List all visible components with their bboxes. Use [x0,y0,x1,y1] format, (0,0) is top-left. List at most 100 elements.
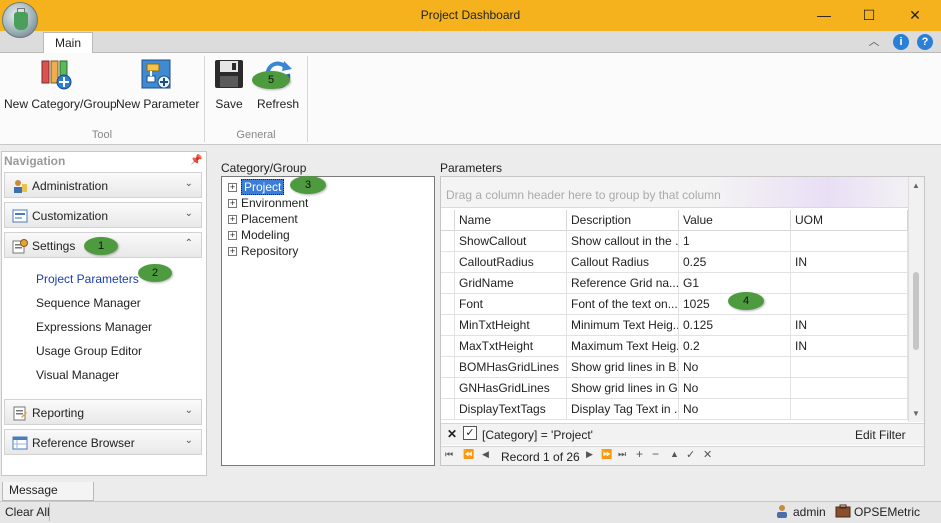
last-record-icon[interactable]: ⏭ [618,449,626,460]
cell-description[interactable]: Show grid lines in G... [567,378,679,399]
message-viewer-tab[interactable]: Message Viewer [2,482,94,514]
cell-uom[interactable] [791,378,908,399]
cell-uom[interactable] [791,357,908,378]
append-record-icon[interactable]: + [636,447,643,461]
row-indicator[interactable] [441,336,455,357]
cell-description[interactable]: Reference Grid na... [567,273,679,294]
expand-icon[interactable]: + [228,215,237,224]
cell-description[interactable]: Font of the text on... [567,294,679,315]
cell-description[interactable]: Maximum Text Heig... [567,336,679,357]
filter-enabled-checkbox[interactable]: ✓ [463,426,477,440]
close-button[interactable]: ✕ [903,4,927,26]
nav-group-reference-browser[interactable]: Reference Browser ⌄ [4,429,202,455]
expand-icon[interactable]: + [228,247,237,256]
tree-node-environment[interactable]: + Environment [228,196,308,210]
tree-node-repository[interactable]: + Repository [228,244,298,258]
cell-name[interactable]: GridName [455,273,567,294]
nav-item-expressions-manager[interactable]: Expressions Manager [36,320,152,334]
cell-value[interactable]: G1 [679,273,791,294]
cell-uom[interactable] [791,231,908,252]
save-button[interactable]: Save [211,58,247,111]
cell-uom[interactable] [791,273,908,294]
new-parameter-button[interactable]: New Parameter [116,58,199,111]
prev-page-icon[interactable]: ⏪ [463,449,474,460]
row-indicator[interactable] [441,357,455,378]
cell-name[interactable]: GNHasGridLines [455,378,567,399]
minimize-button[interactable]: — [812,4,836,26]
cell-description[interactable]: Minimum Text Heig... [567,315,679,336]
row-indicator[interactable] [441,315,455,336]
column-header-uom[interactable]: UOM [791,210,908,231]
nav-item-project-parameters[interactable]: Project Parameters [36,272,139,286]
cell-description[interactable]: Show grid lines in B... [567,357,679,378]
tree-node-project[interactable]: + Project [228,179,285,195]
cell-name[interactable]: MinTxtHeight [455,315,567,336]
pin-icon[interactable]: 📌 [190,155,202,166]
tab-main[interactable]: Main [43,32,93,54]
next-page-icon[interactable]: ⏩ [601,449,612,460]
nav-group-reporting[interactable]: Reporting ⌄ [4,399,202,425]
expand-icon[interactable]: + [228,183,237,192]
edit-record-icon[interactable]: ▲ [670,449,679,459]
app-logo-icon[interactable] [2,2,38,38]
cell-description[interactable]: Show callout in the ... [567,231,679,252]
record-position: Record 1 of 26 [501,450,580,464]
ribbon-collapse-icon[interactable]: ︿ [866,34,882,50]
scroll-down-icon[interactable]: ▼ [912,409,920,418]
maximize-button[interactable]: ☐ [857,4,881,26]
clear-filter-icon[interactable]: ✕ [447,427,457,441]
cell-uom[interactable]: IN [791,315,908,336]
cell-value[interactable]: 0.2 [679,336,791,357]
cell-uom[interactable] [791,399,908,420]
cell-name[interactable]: DisplayTextTags [455,399,567,420]
cell-description[interactable]: Display Tag Text in ... [567,399,679,420]
cell-value[interactable]: No [679,399,791,420]
cell-value[interactable]: 1 [679,231,791,252]
expand-icon[interactable]: + [228,199,237,208]
cancel-edit-icon[interactable]: ✕ [703,448,712,461]
nav-group-customization[interactable]: Customization ⌄ [4,202,202,228]
cell-value[interactable]: 0.125 [679,315,791,336]
cell-value[interactable]: 0.25 [679,252,791,273]
row-indicator[interactable] [441,378,455,399]
next-record-icon[interactable]: ▶ [586,449,593,460]
column-header-description[interactable]: Description [567,210,679,231]
help-icon[interactable]: ? [917,34,933,50]
cell-value[interactable]: No [679,357,791,378]
cell-name[interactable]: BOMHasGridLines [455,357,567,378]
cell-description[interactable]: Callout Radius [567,252,679,273]
tree-node-modeling[interactable]: + Modeling [228,228,290,242]
nav-group-administration[interactable]: Administration ⌄ [4,172,202,198]
column-header-name[interactable]: Name [455,210,567,231]
tree-node-label: Project [241,179,285,195]
row-indicator[interactable] [441,294,455,315]
cell-name[interactable]: ShowCallout [455,231,567,252]
cell-uom[interactable]: IN [791,252,908,273]
edit-filter-link[interactable]: Edit Filter [855,428,906,442]
first-record-icon[interactable]: ⏮ [445,449,453,460]
prev-record-icon[interactable]: ◀ [482,449,489,460]
delete-record-icon[interactable]: − [652,447,659,461]
clear-all-button[interactable]: Clear All [5,505,50,519]
nav-item-usage-group-editor[interactable]: Usage Group Editor [36,344,142,358]
row-indicator[interactable] [441,252,455,273]
column-header-value[interactable]: Value [679,210,791,231]
info-icon[interactable]: i [893,34,909,50]
scroll-up-icon[interactable]: ▲ [912,181,920,190]
tree-node-placement[interactable]: + Placement [228,212,298,226]
cell-value[interactable]: No [679,378,791,399]
row-indicator[interactable] [441,399,455,420]
row-indicator[interactable] [441,231,455,252]
nav-item-visual-manager[interactable]: Visual Manager [36,368,119,382]
expand-icon[interactable]: + [228,231,237,240]
cell-uom[interactable] [791,294,908,315]
row-indicator[interactable] [441,273,455,294]
cell-name[interactable]: CalloutRadius [455,252,567,273]
cell-uom[interactable]: IN [791,336,908,357]
end-edit-icon[interactable]: ✓ [686,448,695,461]
scrollbar-thumb[interactable] [913,272,919,350]
nav-item-sequence-manager[interactable]: Sequence Manager [36,296,141,310]
new-category-group-button[interactable]: New Category/Group [4,58,117,111]
cell-name[interactable]: MaxTxtHeight [455,336,567,357]
cell-name[interactable]: Font [455,294,567,315]
